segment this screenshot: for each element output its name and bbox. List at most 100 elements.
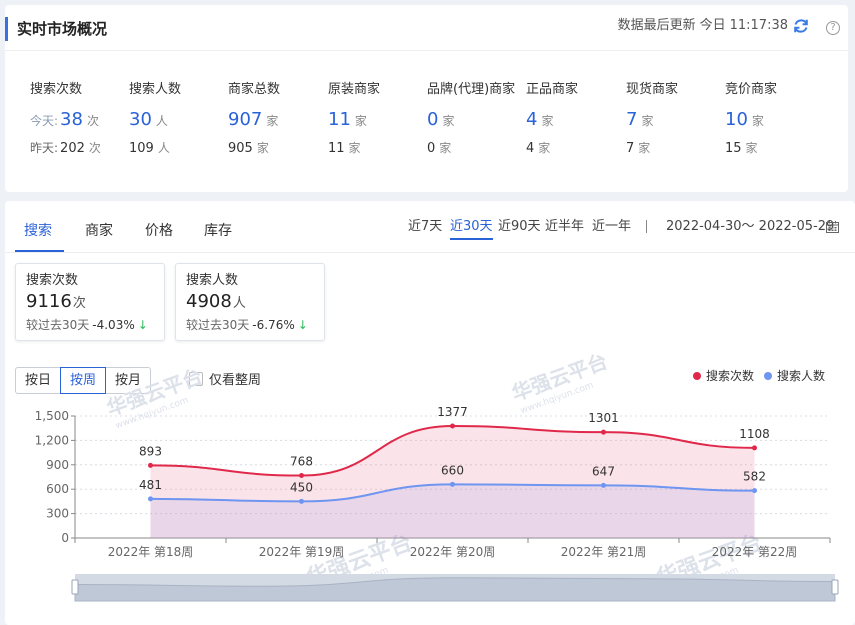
metric-today-value: 30 xyxy=(129,109,152,130)
refresh-icon[interactable] xyxy=(792,17,810,35)
market-overview-card: 实时市场概况 数据最后更新 今日 11:17:38 ? 搜索次数 今天: 38 次昨天: 2… xyxy=(5,5,848,192)
metric-col: 商家总数 907 家 905 家 xyxy=(228,81,338,158)
point-search-people[interactable] xyxy=(299,498,304,504)
data-label-search-people: 582 xyxy=(743,470,766,484)
y-tick-label: 300 xyxy=(46,507,69,521)
metric-today-value: 0 xyxy=(427,109,439,130)
metric-today: 10 家 xyxy=(725,108,835,133)
metric-unit: 人 xyxy=(157,141,170,155)
metric-yesterday: 昨天: 202 次 xyxy=(30,139,140,158)
metric-label: 搜索人数 xyxy=(129,82,182,97)
last-update: 数据最后更新 今日 11:17:38 xyxy=(614,17,788,35)
metric-col: 正品商家 4 家 4 家 xyxy=(526,81,636,158)
y-tick-label: 600 xyxy=(46,482,69,496)
metric-unit: 次 xyxy=(88,141,101,155)
data-label-search-count: 768 xyxy=(290,455,313,469)
zoom-handle-right[interactable] xyxy=(831,579,839,595)
metric-today-value: 907 xyxy=(228,109,263,130)
last-update-label: 数据最后更新 xyxy=(617,18,696,33)
metric-yesterday-value: 15 xyxy=(725,141,742,156)
metric-today: 0家 xyxy=(427,108,537,133)
metric-yesterday: 7家 xyxy=(626,139,736,158)
metric-unit: 家 xyxy=(256,141,269,155)
x-tick-label: 2022年 第22周 xyxy=(712,545,798,559)
watermark: 华强云平台www.hqiyun.com xyxy=(104,364,206,431)
metric-unit: 家 xyxy=(439,141,452,155)
x-tick-label: 2022年 第20周 xyxy=(410,545,496,559)
metric-today: 今天: 38 次 xyxy=(30,108,140,133)
metric-unit: 家 xyxy=(538,141,551,155)
metric-yesterday: 0家 xyxy=(427,139,537,158)
metric-today-value: 4 xyxy=(526,109,538,130)
data-label-search-count: 1377 xyxy=(437,405,468,419)
metric-unit: 家 xyxy=(751,114,764,128)
metric-today: 11 家 xyxy=(328,108,438,133)
today-prefix: 今天: xyxy=(30,114,59,128)
last-update-day: 今日 xyxy=(699,18,726,33)
page-title: 实时市场概况 xyxy=(5,17,107,41)
metric-col: 竞价商家 10 家 15 家 xyxy=(725,81,835,158)
data-label-search-people: 450 xyxy=(290,480,313,494)
watermark: 华强云平台www.hqiyun.com xyxy=(509,349,611,416)
point-search-people[interactable] xyxy=(601,482,606,488)
metric-col: 原装商家 11 家 11 家 xyxy=(328,81,438,158)
metric-unit: 家 xyxy=(745,141,758,155)
point-search-count[interactable] xyxy=(601,429,606,435)
x-tick-label: 2022年 第18周 xyxy=(108,545,194,559)
metric-today: 4家 xyxy=(526,108,636,133)
metric-yesterday: 11 家 xyxy=(328,139,438,158)
metric-unit: 次 xyxy=(86,114,99,128)
metric-unit: 家 xyxy=(638,141,651,155)
metric-unit: 人 xyxy=(155,114,168,128)
metric-label: 正品商家 xyxy=(526,82,579,97)
metric-unit: 家 xyxy=(348,141,361,155)
point-search-people[interactable] xyxy=(752,488,757,494)
data-label-search-people: 481 xyxy=(139,478,162,492)
data-zoom-slider[interactable] xyxy=(71,574,839,602)
metric-label: 现货商家 xyxy=(626,82,679,97)
metric-unit: 家 xyxy=(641,114,654,128)
metric-unit: 家 xyxy=(354,114,367,128)
metric-yesterday-value: 202 xyxy=(60,141,85,156)
data-label-search-count: 1301 xyxy=(588,411,619,425)
point-search-count[interactable] xyxy=(752,445,757,451)
metric-label: 原装商家 xyxy=(328,82,381,97)
metric-yesterday: 4家 xyxy=(526,139,636,158)
y-tick-label: 0 xyxy=(61,531,69,545)
metric-yesterday: 905 家 xyxy=(228,139,338,158)
last-update-time: 11:17:38 xyxy=(729,18,788,33)
metric-label: 竞价商家 xyxy=(725,82,778,97)
metric-col: 现货商家 7 家 7 家 xyxy=(626,81,736,158)
metric-today-value: 10 xyxy=(725,109,748,130)
metric-col: 搜索人数 30 人 109 人 xyxy=(129,81,239,158)
point-search-count[interactable] xyxy=(450,423,455,429)
metric-yesterday-value: 905 xyxy=(228,141,253,156)
metric-col: 搜索次数 今天: 38 次昨天: 202 次 xyxy=(30,81,140,158)
y-tick-label: 900 xyxy=(46,458,69,472)
point-search-count[interactable] xyxy=(148,462,153,468)
metric-yesterday-value: 4 xyxy=(526,141,535,156)
help-icon[interactable]: ? xyxy=(826,21,840,35)
trend-card: 搜索 商家 价格 库存 近7天 近30天 近90天 近半年 近一年 2022-04-30～ 2… xyxy=(5,201,855,625)
zoom-handle-left[interactable] xyxy=(71,579,79,595)
metric-unit: 家 xyxy=(541,114,554,128)
metric-today-value: 7 xyxy=(626,109,638,130)
metric-today: 30 人 xyxy=(129,108,239,133)
trend-chart: 华强云平台www.hqiyun.com华强云平台www.hqiyun.com华强… xyxy=(35,349,839,602)
metric-unit: 家 xyxy=(266,114,279,128)
point-search-count[interactable] xyxy=(299,473,304,479)
point-search-people[interactable] xyxy=(450,481,455,487)
metric-today-value: 38 xyxy=(60,109,83,130)
data-label-search-count: 1108 xyxy=(739,427,770,441)
data-label-search-people: 647 xyxy=(592,464,615,478)
metric-unit: 家 xyxy=(442,114,455,128)
metric-yesterday: 15 家 xyxy=(725,139,835,158)
metric-yesterday: 109 人 xyxy=(129,139,239,158)
by-week-button[interactable]: 按周 xyxy=(60,367,106,394)
yesterday-prefix: 昨天: xyxy=(30,141,59,155)
point-search-people[interactable] xyxy=(148,496,153,502)
metric-label: 商家总数 xyxy=(228,82,281,97)
data-label-search-people: 660 xyxy=(441,463,464,477)
data-label-search-count: 893 xyxy=(139,444,162,458)
x-tick-label: 2022年 第21周 xyxy=(561,545,647,559)
